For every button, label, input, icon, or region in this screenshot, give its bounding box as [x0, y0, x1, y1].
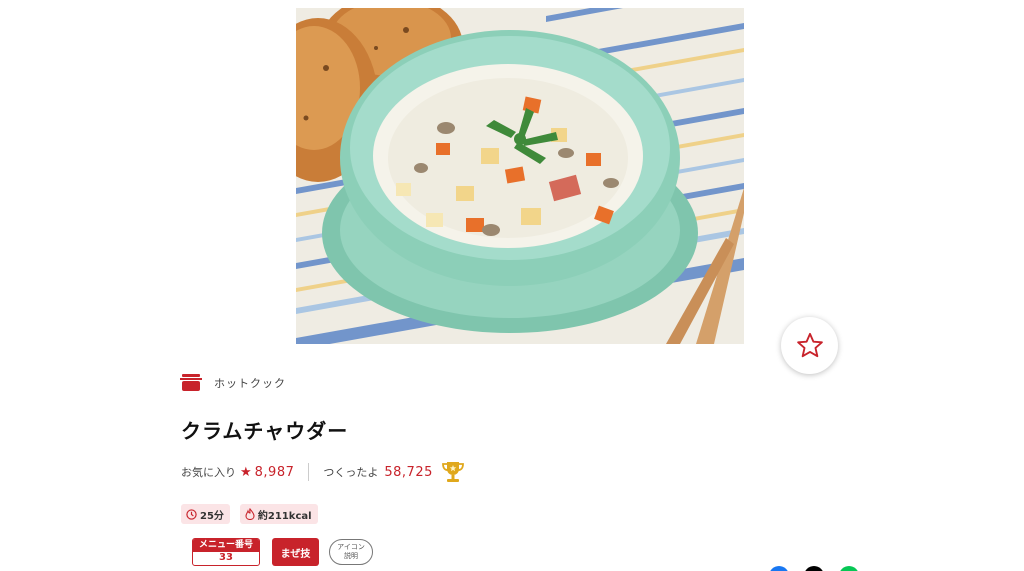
- cooking-time: 25分: [200, 510, 224, 522]
- favorites-label: お気に入り: [181, 466, 236, 479]
- star-outline-icon: [796, 332, 823, 358]
- recipe-info-chips: 25分 約211kcal: [181, 504, 318, 524]
- icon-help-line1: アイコン: [337, 543, 365, 551]
- page-title: クラムチャウダー: [181, 419, 349, 443]
- calorie-chip: 約211kcal: [239, 504, 318, 524]
- divider: [308, 463, 310, 481]
- made-count: 58,725: [384, 464, 433, 480]
- menu-number: 33: [219, 552, 233, 563]
- star-icon: ★: [240, 464, 252, 480]
- facebook-icon[interactable]: [769, 566, 789, 571]
- recipe-stats: お気に入り ★ 8,987 つくったよ 58,725: [181, 459, 466, 485]
- favorite-button[interactable]: [781, 317, 838, 374]
- recipe-image: [296, 8, 744, 344]
- icon-help-line2: 説明: [344, 552, 358, 560]
- trophy-icon: [441, 462, 464, 482]
- time-chip: 25分: [181, 504, 230, 524]
- line-icon[interactable]: [839, 566, 859, 571]
- menu-number-badge: メニュー番号 33: [192, 538, 260, 566]
- clock-icon: [186, 508, 197, 520]
- category-label: ホットクック: [214, 377, 286, 390]
- calories: 約211kcal: [257, 510, 312, 522]
- menu-number-label: メニュー番号: [193, 539, 259, 552]
- icon-help-button[interactable]: アイコン 説明: [329, 539, 373, 565]
- pot-icon: [180, 374, 202, 391]
- recipe-category: ホットクック: [180, 373, 286, 393]
- flame-icon: [245, 508, 255, 520]
- made-label: つくったよ: [323, 466, 379, 479]
- recipe-badges: メニュー番号 33 まぜ技 アイコン 説明: [192, 538, 373, 566]
- x-icon[interactable]: [804, 566, 824, 571]
- maze-badge: まぜ技: [272, 538, 319, 566]
- favorites-count: 8,987: [254, 464, 295, 480]
